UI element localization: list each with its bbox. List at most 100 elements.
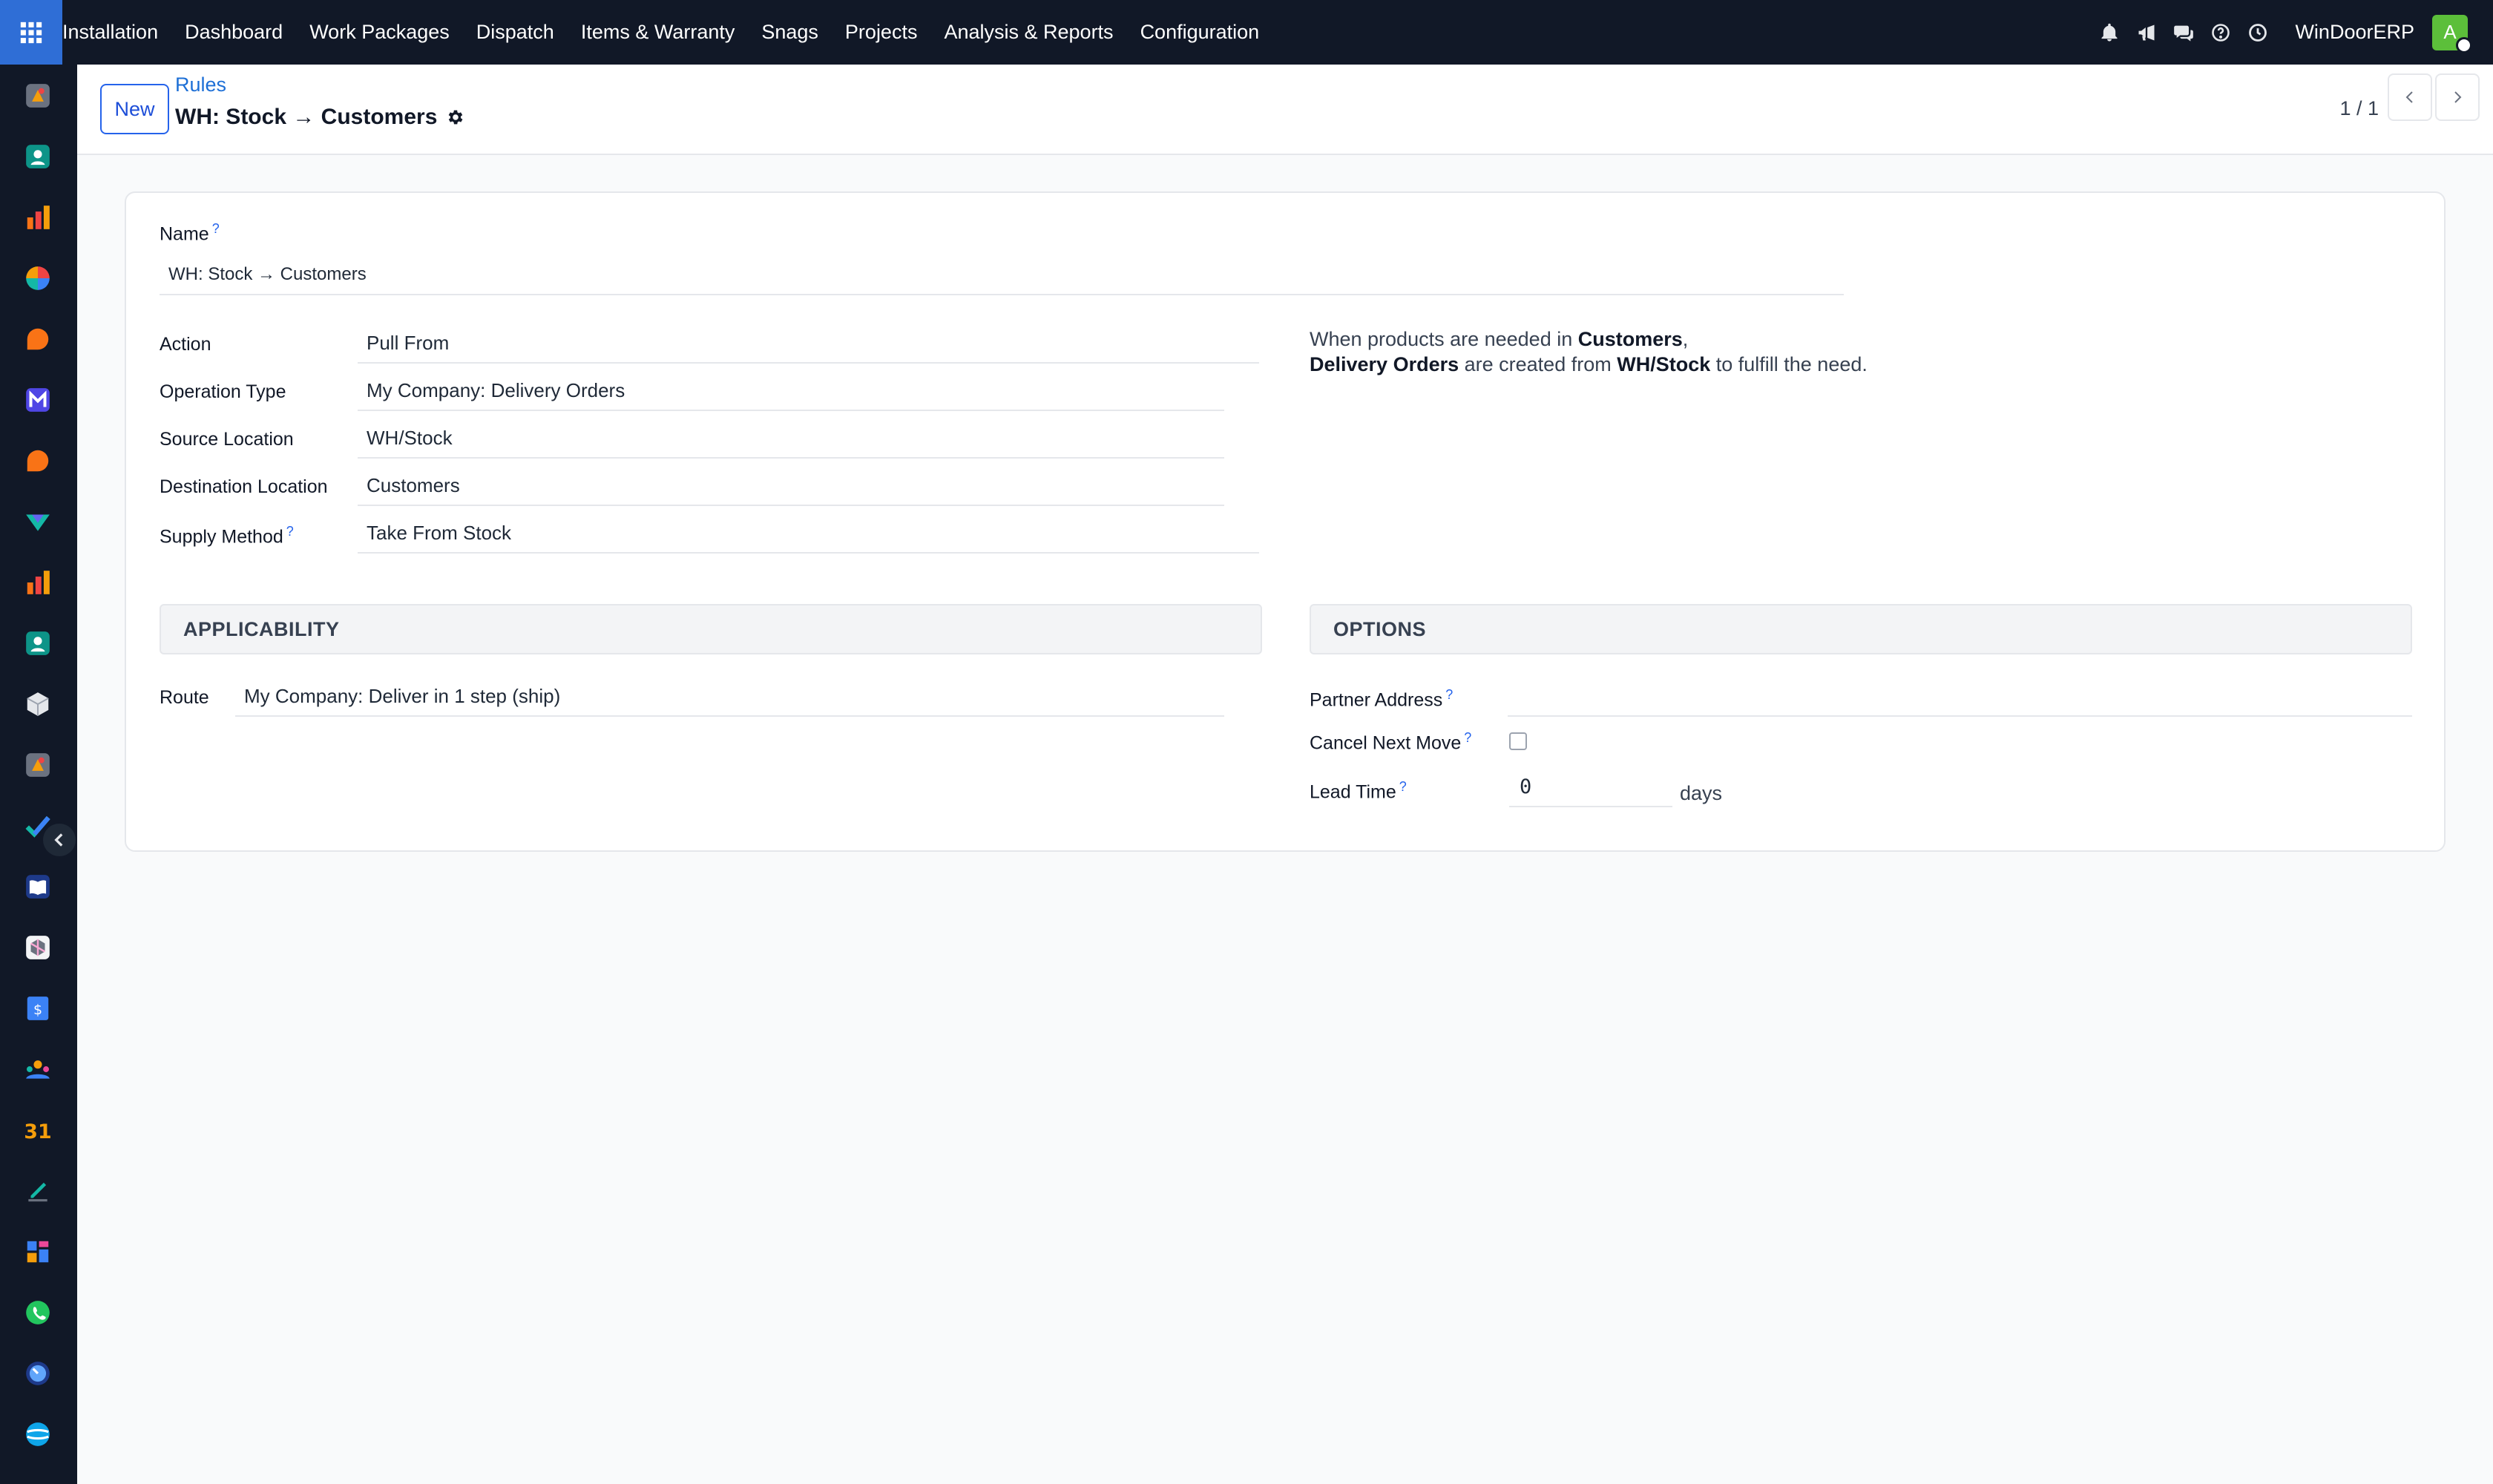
spreadsheet-app-icon[interactable]: [23, 1237, 53, 1267]
hint-operation-type: Delivery Orders: [1310, 353, 1459, 375]
help-icon[interactable]: [2203, 15, 2239, 50]
menu-analysis-reports[interactable]: Analysis & Reports: [944, 21, 1113, 44]
control-panel: New Rules WH: Stock → Customers 1 / 1: [77, 65, 2493, 155]
breadcrumb-rules[interactable]: Rules: [175, 73, 226, 96]
new-button[interactable]: New: [100, 84, 169, 134]
menu-dashboard[interactable]: Dashboard: [185, 21, 283, 44]
route-label: Route: [160, 687, 209, 708]
menu-installation[interactable]: Installation: [62, 21, 158, 44]
contacts-app-icon[interactable]: [23, 142, 53, 171]
supply-method-label: Supply Method?: [160, 524, 294, 548]
pager-next-button[interactable]: [2435, 73, 2480, 121]
menu-dispatch[interactable]: Dispatch: [476, 21, 554, 44]
megaphone-icon[interactable]: [2129, 15, 2164, 50]
team-app-icon[interactable]: [23, 1054, 53, 1084]
help-tooltip-icon[interactable]: ?: [212, 221, 220, 236]
chevron-left-icon: [54, 833, 63, 847]
employees-app-icon[interactable]: [23, 628, 53, 658]
helpdesk-app-icon[interactable]: [23, 507, 53, 536]
chevron-right-icon: [2454, 91, 2462, 103]
help-tooltip-icon[interactable]: ?: [1399, 779, 1407, 794]
record-name: WH: Stock → Customers: [175, 105, 438, 129]
livechat-app-icon[interactable]: [23, 446, 53, 476]
operation-type-field[interactable]: My Company: Delivery Orders: [358, 371, 1224, 411]
menu-configuration[interactable]: Configuration: [1140, 21, 1260, 44]
bell-icon[interactable]: [2092, 15, 2127, 50]
form-sheet: Name? WH: Stock → Customers Action Pull …: [125, 191, 2446, 852]
lead-time-input[interactable]: 0: [1509, 767, 1672, 807]
hint-source: WH/Stock: [1617, 353, 1711, 375]
cancel-next-move-label: Cancel Next Move?: [1310, 730, 1471, 754]
menu-snags[interactable]: Snags: [761, 21, 818, 44]
clock-icon[interactable]: [2240, 15, 2276, 50]
cancel-next-move-checkbox[interactable]: [1509, 732, 1527, 750]
action-label: Action: [160, 334, 211, 355]
options-section-title: OPTIONS: [1310, 604, 2412, 654]
website-app-icon[interactable]: [23, 1419, 53, 1449]
avatar-letter: A: [2443, 21, 2457, 43]
time-off-app-icon[interactable]: [23, 1359, 53, 1388]
pager-previous-button[interactable]: [2388, 73, 2432, 121]
pager-value[interactable]: 1 / 1: [2339, 97, 2379, 120]
partner-address-label-text: Partner Address: [1310, 689, 1443, 711]
menu-work-packages[interactable]: Work Packages: [309, 21, 450, 44]
cancel-next-move-label-text: Cancel Next Move: [1310, 732, 1462, 754]
lead-time-label-text: Lead Time: [1310, 781, 1396, 803]
installation-app-icon[interactable]: [23, 81, 53, 111]
analytics-app-icon[interactable]: [23, 568, 53, 597]
supply-method-field[interactable]: Take From Stock: [358, 513, 1259, 554]
collapse-sidebar-button[interactable]: [43, 824, 76, 856]
help-tooltip-icon[interactable]: ?: [1464, 730, 1471, 745]
action-field[interactable]: Pull From: [358, 324, 1259, 364]
partner-address-field[interactable]: [1508, 677, 2412, 717]
rule-description-line-1: When products are needed in Customers,: [1310, 326, 1868, 352]
dashboard-app-icon[interactable]: [23, 263, 53, 293]
chevron-left-icon: [2405, 91, 2413, 103]
svg-text:31: 31: [24, 1120, 51, 1143]
avatar[interactable]: A: [2432, 14, 2472, 53]
source-location-label: Source Location: [160, 429, 294, 450]
sign-app-icon[interactable]: [23, 1176, 53, 1206]
hint-text: to fulfill the need.: [1710, 353, 1868, 375]
invoicing-app-icon[interactable]: $: [23, 994, 53, 1023]
whatsapp-app-icon[interactable]: [23, 1298, 53, 1327]
svg-text:$: $: [33, 1002, 42, 1018]
menu-projects[interactable]: Projects: [845, 21, 918, 44]
chat-icon[interactable]: [2166, 15, 2201, 50]
field-service-app-icon[interactable]: [23, 750, 53, 780]
source-location-field[interactable]: WH/Stock: [358, 418, 1224, 459]
page-title: WH: Stock → Customers: [175, 105, 465, 130]
lead-time-label: Lead Time?: [1310, 779, 1407, 803]
knowledge-app-icon[interactable]: [23, 872, 53, 902]
destination-location-label: Destination Location: [160, 476, 328, 497]
systray: WinDoorERP A: [2090, 0, 2493, 65]
supply-method-label-text: Supply Method: [160, 526, 283, 548]
hint-text: are created from: [1459, 353, 1617, 375]
product-app-icon[interactable]: [23, 933, 53, 962]
lead-time-unit: days: [1680, 782, 1723, 804]
hint-text: When products are needed in: [1310, 328, 1578, 350]
route-field[interactable]: My Company: Deliver in 1 step (ship): [235, 677, 1224, 717]
inventory-app-icon[interactable]: [23, 689, 53, 719]
menu-items-warranty[interactable]: Items & Warranty: [581, 21, 735, 44]
operation-type-label: Operation Type: [160, 381, 286, 402]
applicability-section-title: APPLICABILITY: [160, 604, 1262, 654]
mail-app-icon[interactable]: [23, 385, 53, 415]
main-menu: Installation Dashboard Work Packages Dis…: [62, 0, 1286, 65]
name-label-text: Name: [160, 223, 209, 245]
apps-menu-icon[interactable]: [0, 0, 62, 65]
company-name[interactable]: WinDoorERP: [2295, 21, 2414, 44]
reports-app-icon[interactable]: [23, 203, 53, 232]
discuss-app-icon[interactable]: [23, 324, 53, 354]
hint-destination: Customers: [1577, 328, 1683, 350]
calendar-app-icon[interactable]: 31: [23, 1115, 53, 1145]
gear-icon[interactable]: [446, 108, 465, 127]
name-field[interactable]: WH: Stock → Customers: [160, 255, 1844, 295]
status-dot: [2456, 36, 2472, 53]
rule-description-line-2: Delivery Orders are created from WH/Stoc…: [1310, 352, 1868, 377]
help-tooltip-icon[interactable]: ?: [1445, 687, 1453, 702]
help-tooltip-icon[interactable]: ?: [286, 524, 294, 539]
app-sidebar: $ 31: [0, 65, 77, 1484]
pager: 1 / 1: [2339, 84, 2379, 133]
destination-location-field[interactable]: Customers: [358, 466, 1224, 506]
